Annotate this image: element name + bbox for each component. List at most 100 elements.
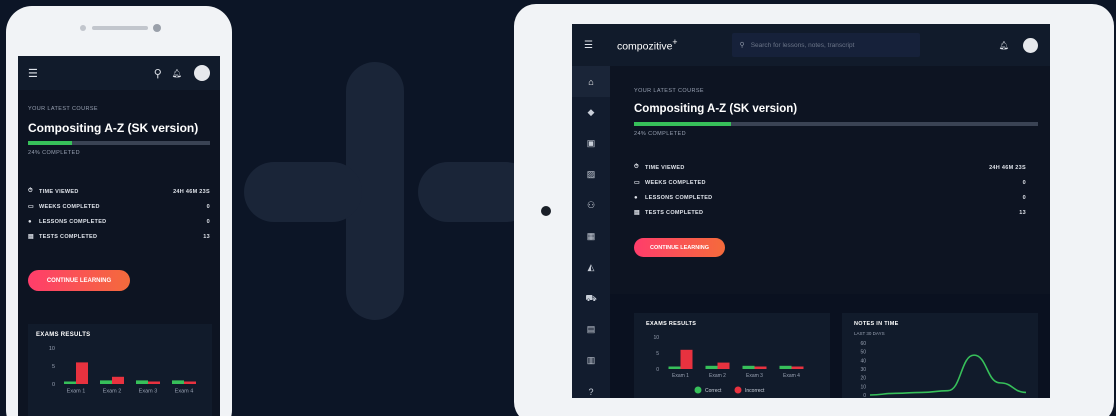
x-tick-label: Exam 2 [709,373,726,379]
notes-subtitle: LAST 30 DAYS [854,331,885,336]
phone-top-bar: ☰ ⚲ 🔔︎ [18,56,220,90]
search-icon: ⚲ [739,42,745,49]
test-icon: ▤ [28,234,34,240]
progress-fill [634,122,731,126]
bell-icon[interactable]: 🔔︎ [172,69,182,78]
search-icon[interactable]: ⚲ [154,67,162,80]
bar-correct-3 [742,365,755,369]
sidebar: ⌂ ◆ ▣ ▨ ⚇ ▦ ◭ ⛟ ▤ ▥ ? [572,66,610,398]
y-tick-label: 0 [863,393,866,398]
bar-correct-1 [64,381,76,384]
notes-in-time-card: NOTES IN TIME LAST 30 DAYS 0 10 20 30 40 50 60… [842,313,1038,398]
logo[interactable]: compozitive+ [617,37,678,53]
x-tick-label: Exam 1 [672,373,689,379]
bar-incorrect-2 [112,376,124,384]
y-tick-label: 40 [860,358,866,364]
bar-incorrect-4 [184,381,196,384]
progress-fill [28,141,72,145]
y-tick-label: 0 [656,367,659,373]
legend-dot-correct [694,386,702,394]
stat-time-viewed: ⏱ TIME VIEWED 24h 46m 23s [28,184,210,199]
logo-text: compozitive [616,40,673,53]
course-eyebrow: YOUR LATEST COURSE [634,88,704,94]
stat-value: 24h 46m 23s [173,188,210,195]
exam-results-chart: 0510Exam 1Exam 2Exam 3Exam 4CorrectIncor… [653,335,804,394]
course-title: Compositing A-Z (SK version) [28,121,199,135]
bell-icon[interactable]: 🔔︎ [999,41,1009,50]
stat-weeks-completed: ▭ WEEKS COMPLETED 0 [28,199,210,214]
tablet-screen: ☰ compozitive+ ⚲ Search for lessons, not… [572,24,1050,398]
clock-icon: ⏱ [28,188,33,194]
avatar[interactable] [194,65,210,81]
continue-learning-button[interactable]: CONTINUE LEARNING [634,238,725,257]
bar-correct-2 [100,380,112,384]
bar-incorrect-2 [717,362,730,369]
image-edit-icon[interactable]: ▨ [572,159,610,190]
x-tick-label: Exam 4 [175,389,194,395]
course-eyebrow: YOUR LATEST COURSE [28,106,98,112]
search-placeholder: Search for lessons, notes, transcript [750,41,855,49]
y-tick-label: 5 [656,351,659,357]
image-icon[interactable]: ▣ [572,128,610,159]
stat-tests-completed: ▤ TESTS COMPLETED 13 [634,205,1026,220]
continue-learning-button[interactable]: CONTINUE LEARNING [28,270,130,291]
y-tick-label: 10 [653,335,659,341]
y-tick-label: 5 [52,364,55,370]
stat-time-viewed: ⏱ TIME VIEWED 24h 46m 23s [634,160,1026,175]
decorative-plus-left [244,162,362,222]
tablet-top-bar: ☰ compozitive+ ⚲ Search for lessons, not… [572,24,1050,66]
exam-results-title: EXAMS RESULTS [36,332,91,338]
stat-label: LESSONS COMPLETED [645,194,713,201]
phone-device: ☰ ⚲ 🔔︎ YOUR LATEST COURSE Compositing A-… [6,6,232,416]
tablet-home-button [541,206,551,216]
y-tick-label: 20 [860,376,866,382]
menu-icon[interactable]: ☰ [584,40,593,51]
dashboard-icon[interactable]: ▦ [572,221,610,252]
lesson-icon: ● [28,218,32,225]
logo-plus: + [672,37,678,48]
bar-correct-3 [136,380,148,384]
stat-label: TIME VIEWED [39,188,79,195]
menu-icon[interactable]: ☰ [28,67,38,80]
home-icon[interactable]: ⌂ [572,66,610,97]
stat-lessons-completed: ● LESSONS COMPLETED 0 [28,214,210,229]
progress-bar [634,122,1038,126]
y-tick-label: 10 [49,346,55,352]
stat-label: WEEKS COMPLETED [39,203,100,210]
exam-results-card: EXAMS RESULTS 0 5 10 Exam 1 Exam 2 Exam 3 Exam… [634,313,830,398]
avatar[interactable] [1023,37,1038,53]
bar-correct-1 [668,366,681,369]
stat-label: TIME VIEWED [645,164,685,171]
stat-label: TESTS COMPLETED [645,209,704,216]
stat-tests-completed: ▤ TESTS COMPLETED 13 [28,229,210,244]
help-icon[interactable]: ? [572,376,610,398]
cart-icon[interactable]: ⛟ [572,283,610,314]
bar-correct-4 [779,365,792,369]
legend-dot-incorrect [734,386,742,394]
y-tick-label: 0 [52,382,55,388]
school-icon[interactable]: ◭ [572,252,610,283]
search-field[interactable]: ⚲ Search for lessons, notes, transcript [731,33,920,57]
phone-camera [153,24,161,32]
legend-label-correct: Correct [705,388,722,394]
bar-correct-4 [172,380,184,384]
course-title: Compositing A-Z (SK version) [634,103,798,115]
stat-value: 24h 46m 23s [989,164,1026,171]
graduation-icon[interactable]: ◆ [572,97,610,128]
latest-course: YOUR LATEST COURSE Compositing A-Z (SK v… [610,66,1050,137]
notes-line-chart: 010203040506011 March 14 June 15 July 16 Ju… [854,341,1027,398]
people-icon[interactable]: ⚇ [572,190,610,221]
notes-title: NOTES IN TIME [854,321,899,327]
notes-series-line [869,354,1027,396]
y-tick-label: 50 [860,350,866,356]
x-tick-label: Exam 4 [783,373,800,379]
progress-bar [28,141,210,145]
tablet-main: YOUR LATEST COURSE Compositing A-Z (SK v… [610,66,1050,398]
exam-results-card: EXAMS RESULTS 0 5 10 Exam 1 Exam 2 Exam 3 Exam… [28,324,212,416]
stat-value: 13 [203,233,210,240]
y-tick-label: 60 [860,341,866,347]
exam-results-chart: 0510Exam 1Exam 2Exam 3Exam 4CorrectIncor… [49,346,196,395]
document-icon[interactable]: ▥ [572,345,610,376]
contacts-icon[interactable]: ▤ [572,314,610,345]
course-stats: ⏱ TIME VIEWED 24h 46m 23s ▭ WEEKS COMPLETED… [18,156,220,244]
